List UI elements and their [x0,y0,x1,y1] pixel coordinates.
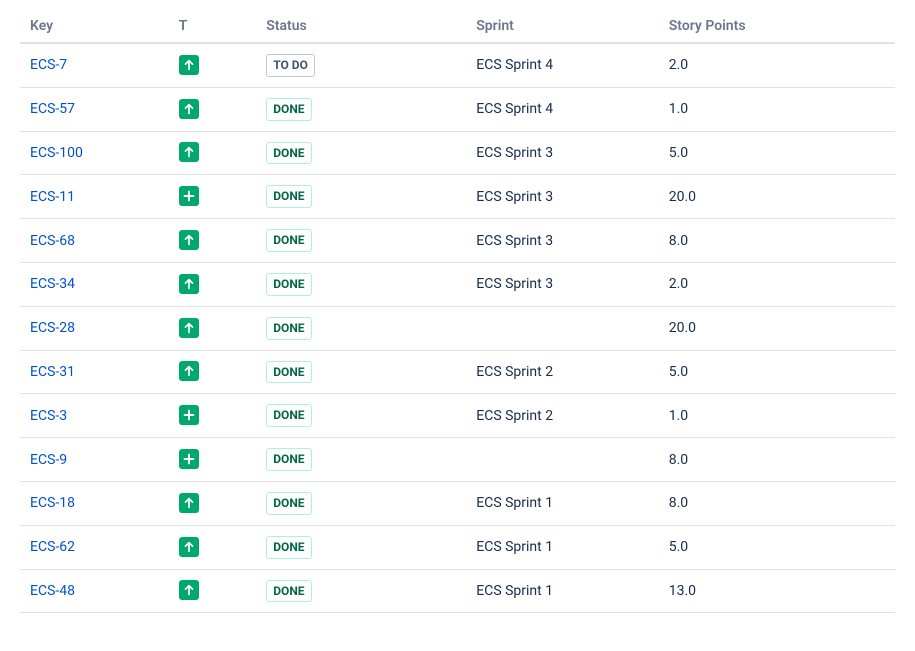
table-row: ECS-3 DONE ECS Sprint 21.0 [20,394,895,438]
issue-key-link[interactable]: ECS-3 [30,408,67,424]
table-row: ECS-68 DONE ECS Sprint 38.0 [20,219,895,263]
status-badge: DONE [266,404,311,427]
sprint-cell: ECS Sprint 4 [466,87,659,131]
sprint-cell [466,306,659,350]
arrow-up-icon [179,580,199,600]
status-badge: DONE [266,229,311,252]
issue-key-link[interactable]: ECS-62 [30,539,75,555]
story-points-cell: 5.0 [659,131,895,175]
issue-key-link[interactable]: ECS-7 [30,57,67,73]
plus-icon [179,449,199,469]
arrow-up-icon [179,99,199,119]
table-header-row: Key T Status Sprint Story Points [20,10,895,43]
story-points-cell: 13.0 [659,569,895,613]
status-badge: DONE [266,185,311,208]
column-header-status[interactable]: Status [256,10,466,43]
sprint-cell: ECS Sprint 1 [466,569,659,613]
arrow-up-icon [179,493,199,513]
sprint-cell: ECS Sprint 3 [466,131,659,175]
status-badge: DONE [266,317,311,340]
column-header-type[interactable]: T [169,10,257,43]
status-badge: DONE [266,580,311,603]
issue-key-link[interactable]: ECS-18 [30,495,75,511]
issue-key-link[interactable]: ECS-11 [30,189,75,205]
status-badge: DONE [266,273,311,296]
status-badge: DONE [266,492,311,515]
issue-key-link[interactable]: ECS-100 [30,145,83,161]
sprint-cell: ECS Sprint 3 [466,175,659,219]
arrow-up-icon [179,142,199,162]
story-points-cell: 2.0 [659,262,895,306]
issue-key-link[interactable]: ECS-31 [30,364,75,380]
sprint-cell: ECS Sprint 4 [466,43,659,87]
table-row: ECS-28 DONE 20.0 [20,306,895,350]
column-header-key[interactable]: Key [20,10,169,43]
issue-key-link[interactable]: ECS-57 [30,101,75,117]
sprint-cell: ECS Sprint 1 [466,481,659,525]
table-row: ECS-34 DONE ECS Sprint 32.0 [20,262,895,306]
story-points-cell: 5.0 [659,350,895,394]
issue-key-link[interactable]: ECS-28 [30,320,75,336]
arrow-up-icon [179,274,199,294]
story-points-cell: 1.0 [659,87,895,131]
arrow-up-icon [179,537,199,557]
issue-key-link[interactable]: ECS-68 [30,233,75,249]
sprint-cell: ECS Sprint 1 [466,525,659,569]
issues-table: Key T Status Sprint Story Points ECS-7 TO… [20,10,895,613]
story-points-cell: 8.0 [659,481,895,525]
status-badge: DONE [266,98,311,121]
plus-icon [179,405,199,425]
story-points-cell: 8.0 [659,219,895,263]
table-row: ECS-11 DONE ECS Sprint 320.0 [20,175,895,219]
sprint-cell: ECS Sprint 3 [466,219,659,263]
story-points-cell: 20.0 [659,306,895,350]
status-badge: DONE [266,142,311,165]
status-badge: DONE [266,536,311,559]
table-row: ECS-57 DONE ECS Sprint 41.0 [20,87,895,131]
table-row: ECS-18 DONE ECS Sprint 18.0 [20,481,895,525]
sprint-cell: ECS Sprint 3 [466,262,659,306]
plus-icon [179,186,199,206]
sprint-cell: ECS Sprint 2 [466,394,659,438]
table-row: ECS-100 DONE ECS Sprint 35.0 [20,131,895,175]
status-badge: DONE [266,448,311,471]
column-header-story-points[interactable]: Story Points [659,10,895,43]
issue-key-link[interactable]: ECS-48 [30,583,75,599]
story-points-cell: 1.0 [659,394,895,438]
table-row: ECS-7 TO DO ECS Sprint 42.0 [20,43,895,87]
story-points-cell: 8.0 [659,438,895,482]
table-row: ECS-48 DONE ECS Sprint 113.0 [20,569,895,613]
arrow-up-icon [179,55,199,75]
table-row: ECS-62 DONE ECS Sprint 15.0 [20,525,895,569]
issue-key-link[interactable]: ECS-9 [30,452,67,468]
sprint-cell [466,438,659,482]
table-row: ECS-31 DONE ECS Sprint 25.0 [20,350,895,394]
status-badge: TO DO [266,54,315,77]
arrow-up-icon [179,230,199,250]
arrow-up-icon [179,361,199,381]
status-badge: DONE [266,361,311,384]
story-points-cell: 5.0 [659,525,895,569]
table-row: ECS-9 DONE 8.0 [20,438,895,482]
issue-key-link[interactable]: ECS-34 [30,276,75,292]
arrow-up-icon [179,318,199,338]
sprint-cell: ECS Sprint 2 [466,350,659,394]
column-header-sprint[interactable]: Sprint [466,10,659,43]
story-points-cell: 2.0 [659,43,895,87]
story-points-cell: 20.0 [659,175,895,219]
